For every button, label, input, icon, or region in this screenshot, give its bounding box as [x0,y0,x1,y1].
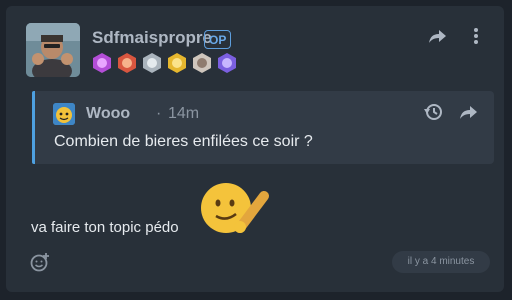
author-name[interactable]: Sdfmaispropre [92,28,212,48]
author-avatar[interactable] [26,23,80,77]
quote-share-icon[interactable] [459,102,479,122]
purple-badge-icon [93,53,111,73]
quote-author-avatar[interactable] [53,103,75,125]
quote-text: Combien de bieres enfilées ce soir ? [54,133,313,150]
red-badge-icon [118,53,136,73]
post-body-text: va faire ton topic pédo [31,219,179,236]
quote-accent-bar [32,91,35,164]
yellow-badge-icon [168,53,186,73]
white-badge-icon [193,53,211,73]
quoted-message[interactable]: Wooo · 14m Combien de bieres enfilées ce… [32,91,494,164]
post-card: Sdfmaispropre OP Wooo · 14m Combien de b… [6,6,504,292]
share-icon[interactable] [428,26,448,46]
silver-badge-icon [143,53,161,73]
quote-separator: · [156,105,162,122]
violet-badge-icon [218,53,236,73]
post-timestamp[interactable]: il y a 4 minutes [392,251,490,273]
add-reaction-icon[interactable] [30,252,50,272]
quote-author-name[interactable]: Wooo [86,105,130,123]
more-options-icon[interactable] [466,26,486,46]
quote-time: 14m [168,105,200,122]
history-icon[interactable] [423,102,443,122]
user-badges [91,52,238,74]
baseball-bat-emoji-sticker [201,183,269,233]
op-badge: OP [204,30,232,49]
